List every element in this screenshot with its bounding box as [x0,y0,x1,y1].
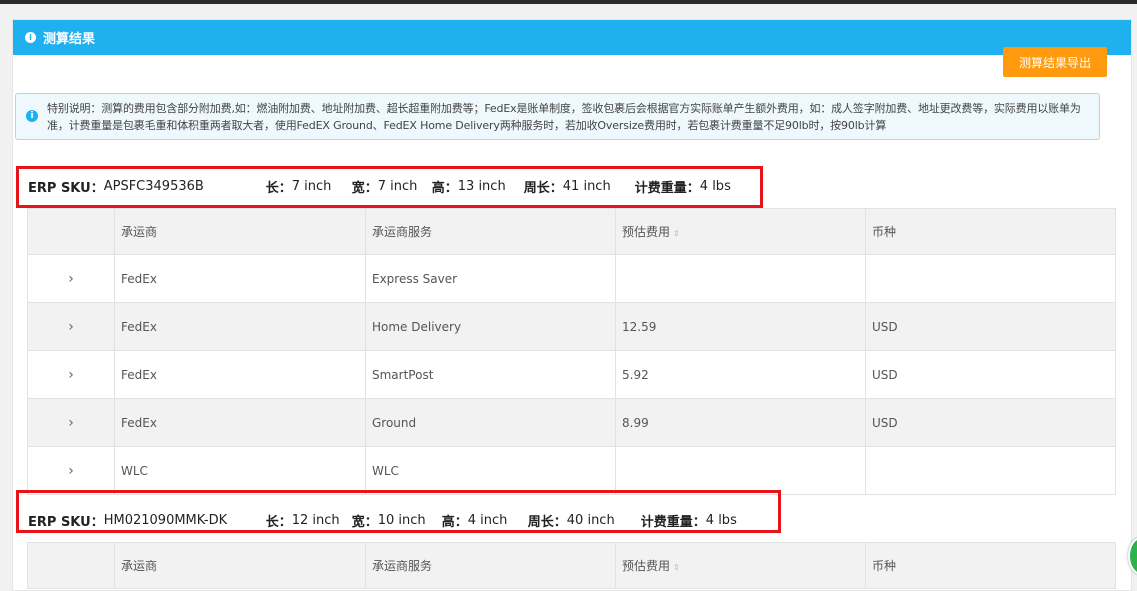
expand-cell[interactable]: › [27,350,115,399]
currency-cell [865,446,1116,495]
fee-header[interactable]: 预估费用 ⇕ [615,542,866,589]
expand-cell[interactable]: › [27,446,115,495]
currency-cell: USD [865,350,1116,399]
highlight-box-1 [16,166,763,208]
chevron-right-icon[interactable]: › [68,415,74,431]
fee-cell: 5.92 [615,350,866,399]
shipping-table-2: 承运商 承运商服务 预估费用 ⇕ 币种 [27,542,1116,589]
fee-header-label: 预估费用 [622,225,671,239]
carrier-header: 承运商 [114,208,366,255]
carrier-cell: FedEx [114,350,366,399]
currency-header: 币种 [865,208,1116,255]
table-row: › FedEx SmartPost 5.92 USD [27,350,1116,399]
currency-header: 币种 [865,542,1116,589]
carrier-cell: FedEx [114,398,366,447]
sort-icon[interactable]: ⇕ [673,229,680,238]
export-results-button[interactable]: 测算结果导出 [1003,47,1107,77]
sort-icon[interactable]: ⇕ [673,563,680,572]
table-row: › FedEx Express Saver [27,254,1116,303]
expand-cell[interactable]: › [27,302,115,351]
panel-title: 测算结果 [43,32,96,47]
currency-cell [865,254,1116,303]
service-header: 承运商服务 [365,542,616,589]
info-icon: i [26,110,38,122]
expand-cell[interactable]: › [27,254,115,303]
top-bar [0,0,1137,4]
service-cell: WLC [365,446,616,495]
carrier-cell: FedEx [114,302,366,351]
shipping-table-1: 承运商 承运商服务 预估费用 ⇕ 币种 › FedEx Express Saver… [27,208,1116,495]
panel-header: i 测算结果 [13,20,1131,55]
currency-cell: USD [865,398,1116,447]
fee-header-label: 预估费用 [622,559,671,573]
notice-text: 特别说明：测算的费用包含部分附加费,如：燃油附加费、地址附加费、超长超重附加费等… [47,102,1081,132]
expand-column-header [27,208,115,255]
fee-header[interactable]: 预估费用 ⇕ [615,208,866,255]
fee-cell [615,446,866,495]
table-row: › FedEx Ground 8.99 USD [27,398,1116,447]
service-header: 承运商服务 [365,208,616,255]
service-cell: Express Saver [365,254,616,303]
table-row: › WLC WLC [27,446,1116,495]
fee-cell: 12.59 [615,302,866,351]
service-cell: SmartPost [365,350,616,399]
carrier-cell: WLC [114,446,366,495]
table-header-row: 承运商 承运商服务 预估费用 ⇕ 币种 [27,208,1116,255]
expand-column-header [27,542,115,589]
info-circle-icon: i [25,32,36,43]
fee-cell [615,254,866,303]
table-header-row: 承运商 承运商服务 预估费用 ⇕ 币种 [27,542,1116,589]
table-row: › FedEx Home Delivery 12.59 USD [27,302,1116,351]
carrier-cell: FedEx [114,254,366,303]
chevron-right-icon[interactable]: › [68,271,74,287]
currency-cell: USD [865,302,1116,351]
chevron-right-icon[interactable]: › [68,367,74,383]
carrier-header: 承运商 [114,542,366,589]
chevron-right-icon[interactable]: › [68,319,74,335]
service-cell: Ground [365,398,616,447]
highlight-box-2 [16,490,781,533]
notice-box: i 特别说明：测算的费用包含部分附加费,如：燃油附加费、地址附加费、超长超重附加… [15,93,1100,140]
service-cell: Home Delivery [365,302,616,351]
chevron-right-icon[interactable]: › [68,463,74,479]
expand-cell[interactable]: › [27,398,115,447]
fee-cell: 8.99 [615,398,866,447]
